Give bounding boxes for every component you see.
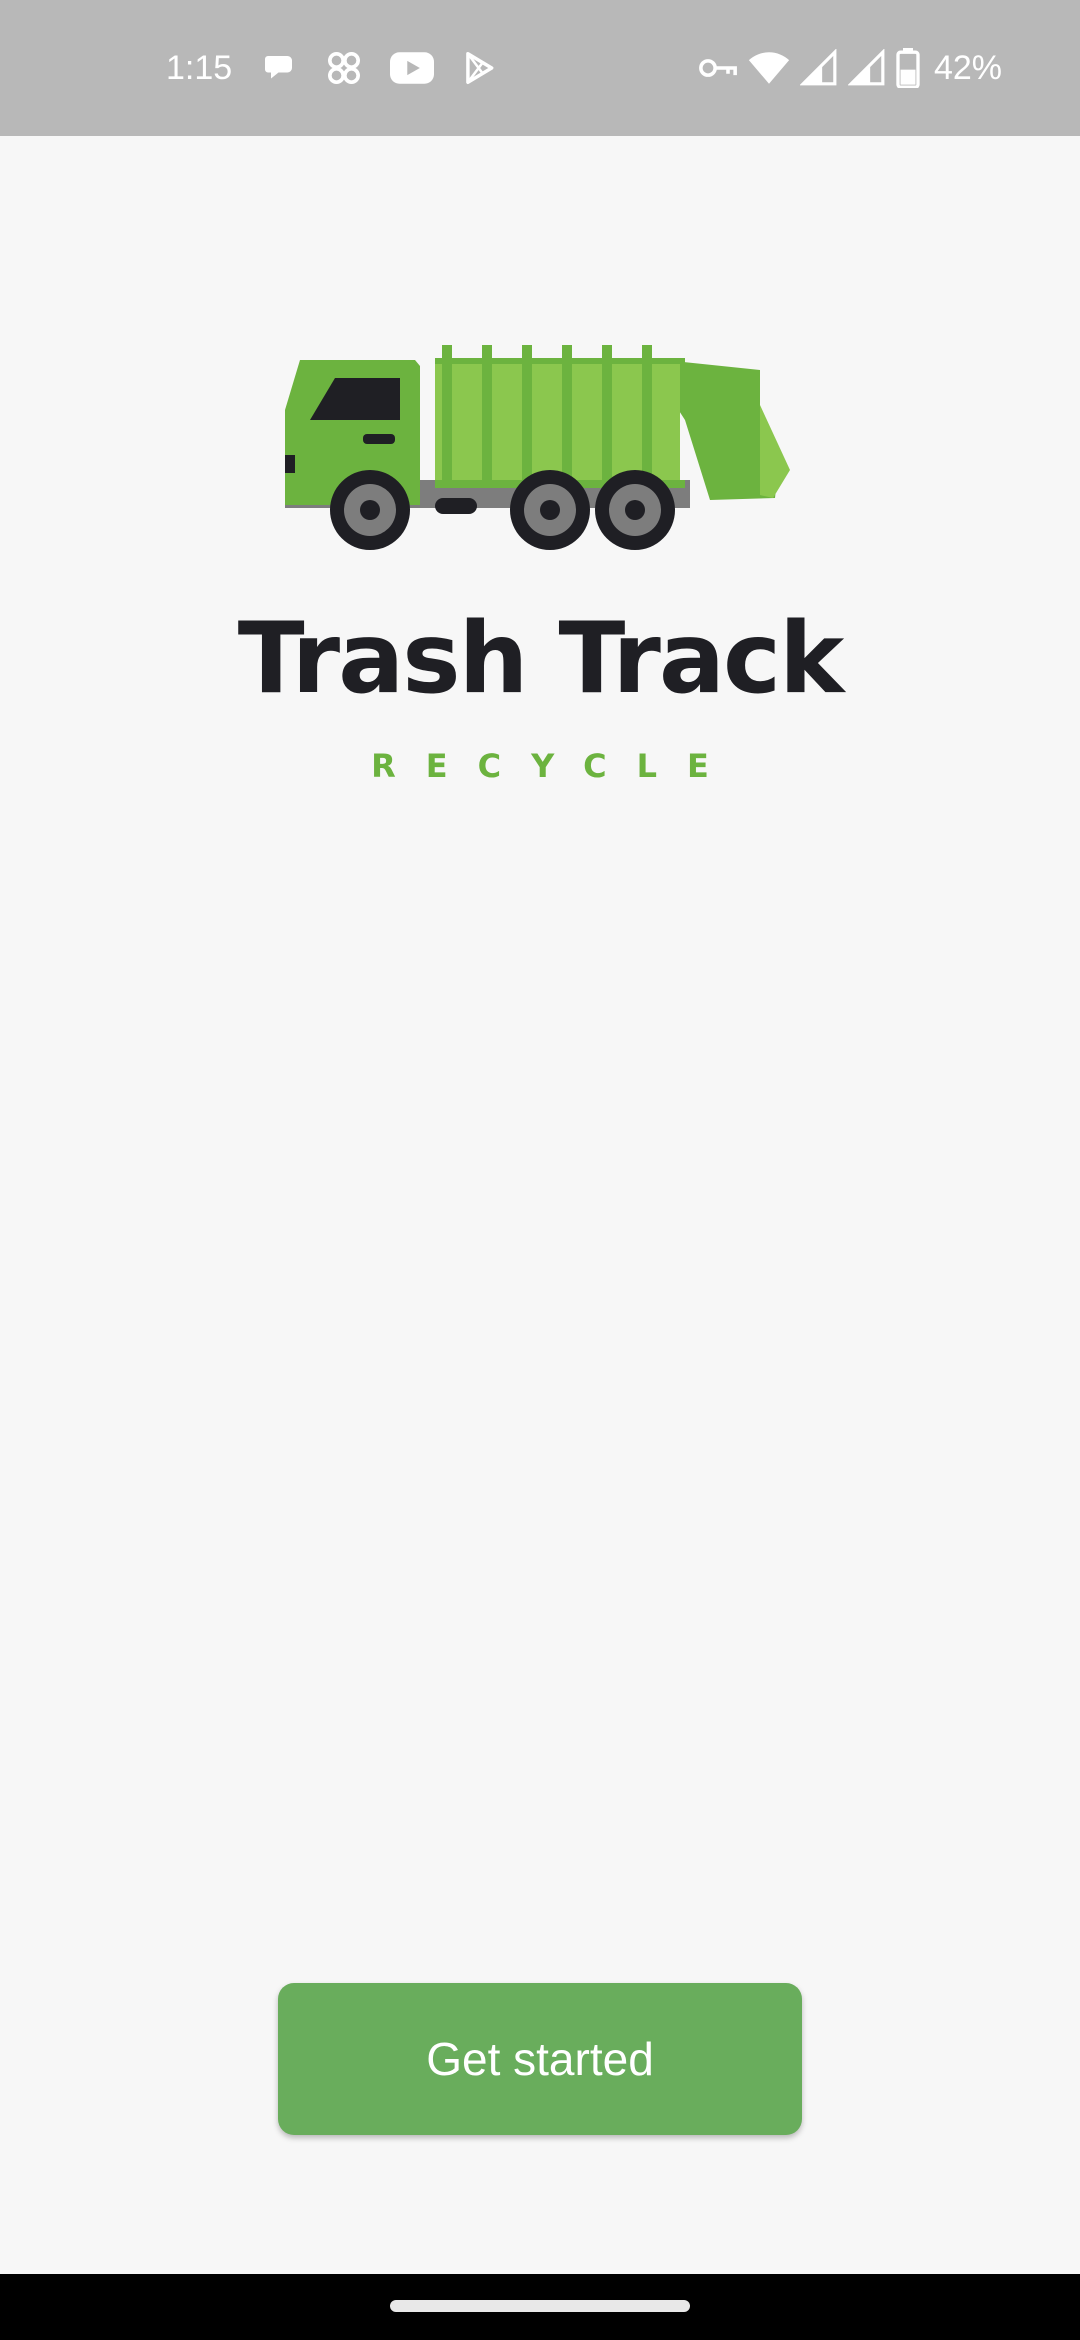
app-title: Trash Track (237, 602, 845, 716)
app-logo: Trash Track RECYCLE (0, 340, 1080, 800)
get-started-button[interactable]: Get started (278, 1983, 802, 2135)
play-store-icon (466, 52, 494, 84)
garbage-truck-icon (285, 345, 790, 550)
signal-icon (847, 49, 885, 86)
signal-icon (799, 49, 837, 86)
status-bar-right: 42% (698, 0, 1002, 136)
app-subtitle: RECYCLE (371, 747, 739, 785)
welcome-screen: 1:15 42% Trash Track RECYCLE Get started (0, 0, 1080, 2340)
home-gesture-handle[interactable] (390, 2300, 690, 2312)
status-bar-left: 1:15 (166, 0, 498, 136)
status-time: 1:15 (166, 48, 233, 87)
battery-icon (896, 48, 920, 88)
youtube-icon (390, 52, 435, 84)
chat-bubble-icon (265, 56, 293, 79)
battery-percentage: 42% (933, 48, 1002, 87)
vpn-key-icon (699, 59, 737, 77)
wifi-icon (748, 52, 790, 84)
app-grid-icon (328, 52, 361, 84)
status-bar: 1:15 42% (0, 0, 1080, 136)
